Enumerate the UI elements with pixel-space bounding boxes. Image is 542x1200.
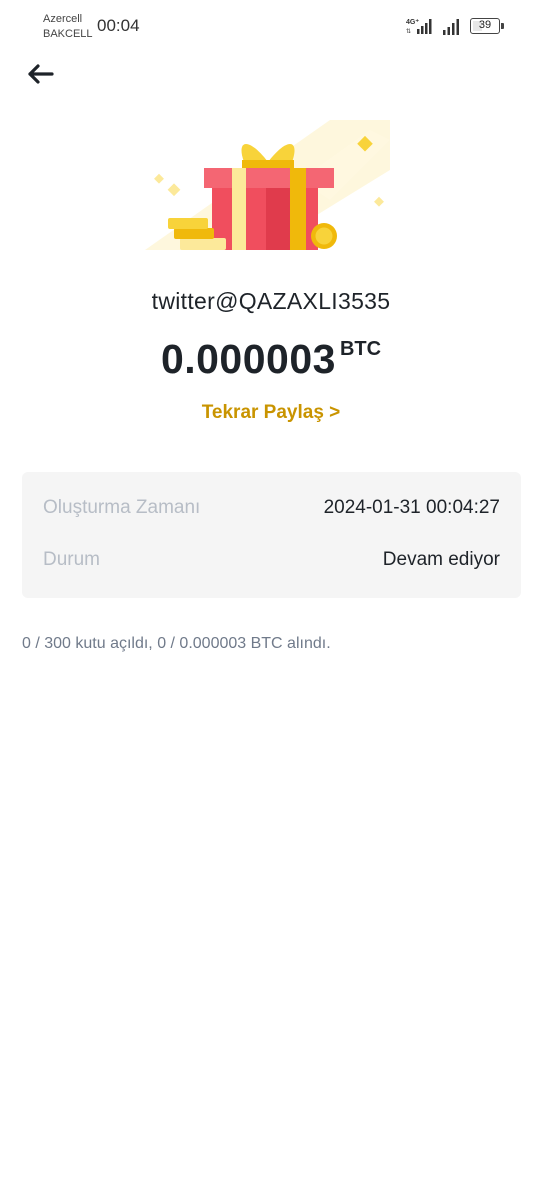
gift-box-illustration	[145, 120, 390, 250]
carrier-2: BAKCELL	[43, 28, 93, 40]
svg-text:4G⁺: 4G⁺	[406, 19, 419, 26]
details-card: Oluşturma Zamanı 2024-01-31 00:04:27 Dur…	[22, 472, 521, 598]
currency-label: BTC	[339, 338, 382, 360]
detail-value: 2024-01-31 00:04:27	[323, 497, 500, 518]
detail-row-created-time: Oluşturma Zamanı 2024-01-31 00:04:27	[43, 497, 500, 519]
svg-text:⇅: ⇅	[406, 29, 411, 35]
signal-icon	[443, 19, 459, 35]
detail-row-status: Durum Devam ediyor	[43, 549, 500, 571]
carrier-info: Azercell BAKCELL	[43, 12, 93, 42]
battery-icon: 39	[470, 18, 504, 34]
share-title: twitter@QAZAXLI3535	[151, 288, 391, 314]
detail-label: Durum	[43, 549, 101, 570]
status-bar: Azercell BAKCELL 00:04 4G⁺ ⇅ 39	[0, 0, 542, 48]
battery-level: 39	[478, 19, 492, 31]
arrow-left-icon	[28, 64, 54, 84]
back-button[interactable]	[22, 58, 58, 90]
detail-label: Oluşturma Zamanı	[43, 497, 201, 518]
carrier-1: Azercell	[43, 13, 83, 25]
detail-value: Devam ediyor	[382, 549, 500, 570]
network-4g-icon: 4G⁺ ⇅	[406, 19, 432, 35]
amount-row: 0.000003 BTC	[0, 336, 542, 383]
share-again-link[interactable]: Tekrar Paylaş >	[0, 402, 542, 424]
amount-value: 0.000003	[160, 336, 336, 382]
status-icons: 4G⁺ ⇅ 39	[406, 15, 504, 37]
status-time: 00:04	[97, 16, 140, 35]
claim-summary: 0 / 300 kutu açıldı, 0 / 0.000003 BTC al…	[22, 635, 331, 652]
